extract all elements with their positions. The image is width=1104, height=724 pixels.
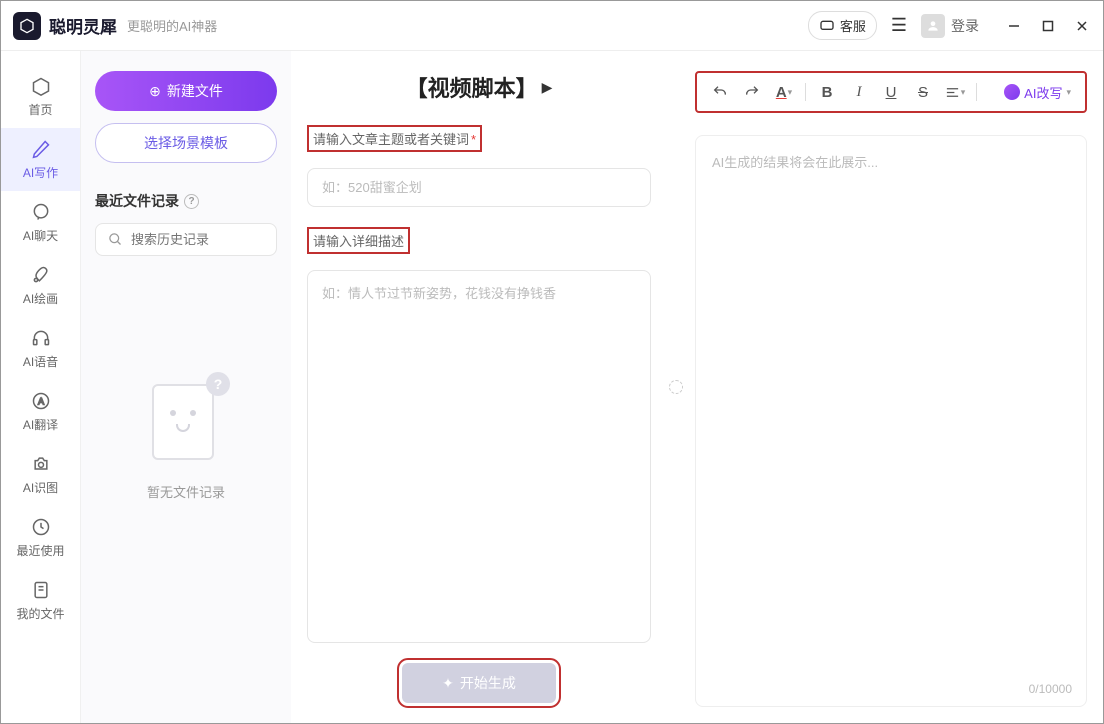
new-file-button[interactable]: ⊕ 新建文件 <box>95 71 277 111</box>
sidebar: 首页 AI写作 AI聊天 AI绘画 AI语音 A AI翻译 AI识图 最近使用 <box>1 51 81 723</box>
nav-label: AI语音 <box>23 353 58 370</box>
nav-label: AI聊天 <box>23 227 58 244</box>
svg-text:A: A <box>37 396 44 406</box>
empty-illustration-icon: ? <box>146 376 226 466</box>
nav-label: AI翻译 <box>23 416 58 433</box>
camera-icon <box>30 453 52 475</box>
nav-recent[interactable]: 最近使用 <box>1 506 80 569</box>
app-name: 聪明灵犀 <box>49 13 117 38</box>
nav-label: AI识图 <box>23 479 58 496</box>
underline-button[interactable]: U <box>876 77 906 107</box>
topic-input[interactable] <box>307 168 651 207</box>
input-panel: 【视频脚本】 ▶ 请输入文章主题或者关键词* 请输入详细描述 ✦ 开始生成 <box>291 51 667 723</box>
customer-service-button[interactable]: 客服 <box>808 11 877 40</box>
nav-label: 最近使用 <box>16 542 64 559</box>
output-panel: A▾ B I U S ▾ AI改写 ▾ AI生成的结果将会在此展示... 0/1… <box>685 51 1103 723</box>
brush-icon <box>30 264 52 286</box>
titlebar: 聪明灵犀 更聪明的AI神器 客服 ☰ 登录 <box>1 1 1103 51</box>
file-icon <box>30 579 52 601</box>
nav-ai-image-rec[interactable]: AI识图 <box>1 443 80 506</box>
ai-rewrite-label: AI改写 <box>1024 83 1062 102</box>
menu-icon[interactable]: ☰ <box>891 15 907 36</box>
italic-button[interactable]: I <box>844 77 874 107</box>
nav-ai-voice[interactable]: AI语音 <box>1 317 80 380</box>
choose-template-button[interactable]: 选择场景模板 <box>95 123 277 163</box>
clock-icon <box>30 516 52 538</box>
font-color-button[interactable]: A▾ <box>769 77 799 107</box>
nav-my-files[interactable]: 我的文件 <box>1 569 80 632</box>
search-input[interactable] <box>131 232 264 247</box>
search-box[interactable] <box>95 223 277 256</box>
maximize-icon[interactable] <box>1039 17 1057 35</box>
align-button[interactable]: ▾ <box>940 77 970 107</box>
nav-label: 我的文件 <box>16 605 64 622</box>
minimize-icon[interactable] <box>1005 17 1023 35</box>
translate-icon: A <box>30 390 52 412</box>
editor-toolbar: A▾ B I U S ▾ AI改写 ▾ <box>695 71 1087 113</box>
chevron-down-icon: ▾ <box>1066 87 1071 98</box>
empty-text: 暂无文件记录 <box>147 482 225 501</box>
output-placeholder: AI生成的结果将会在此展示... <box>712 155 878 170</box>
drag-dots-icon <box>669 380 683 394</box>
search-icon <box>108 232 123 247</box>
redo-button[interactable] <box>737 77 767 107</box>
login-button[interactable]: 登录 <box>921 14 979 38</box>
nav-ai-draw[interactable]: AI绘画 <box>1 254 80 317</box>
plus-icon: ⊕ <box>149 83 161 100</box>
ai-rewrite-icon <box>1004 84 1020 100</box>
nav-ai-translate[interactable]: A AI翻译 <box>1 380 80 443</box>
app-logo-icon <box>13 12 41 40</box>
bold-button[interactable]: B <box>812 77 842 107</box>
undo-button[interactable] <box>705 77 735 107</box>
login-label: 登录 <box>951 16 979 36</box>
file-panel: ⊕ 新建文件 选择场景模板 最近文件记录 ? ? 暂无文件记录 <box>81 51 291 723</box>
topic-label: 请输入文章主题或者关键词* <box>307 125 482 152</box>
nav-home[interactable]: 首页 <box>1 65 80 128</box>
new-file-label: 新建文件 <box>167 81 223 101</box>
help-icon[interactable]: ? <box>184 194 199 209</box>
pen-icon <box>30 138 52 160</box>
nav-ai-chat[interactable]: AI聊天 <box>1 191 80 254</box>
empty-state: ? 暂无文件记录 <box>95 376 277 501</box>
chat-icon <box>30 201 52 223</box>
section-title: 【视频脚本】 <box>406 71 538 103</box>
nav-label: AI写作 <box>23 164 58 181</box>
close-icon[interactable] <box>1073 17 1091 35</box>
strikethrough-button[interactable]: S <box>908 77 938 107</box>
generate-button[interactable]: ✦ 开始生成 <box>402 663 556 703</box>
nav-ai-writing[interactable]: AI写作 <box>1 128 80 191</box>
detail-label: 请输入详细描述 <box>307 227 410 254</box>
avatar-icon <box>921 14 945 38</box>
app-tagline: 更聪明的AI神器 <box>127 16 217 35</box>
output-area[interactable]: AI生成的结果将会在此展示... 0/10000 <box>695 135 1087 707</box>
ai-rewrite-button[interactable]: AI改写 ▾ <box>998 79 1077 106</box>
home-icon <box>30 75 52 97</box>
generate-label: 开始生成 <box>460 673 516 693</box>
headphones-icon <box>30 327 52 349</box>
panel-drag-handle[interactable] <box>667 51 685 723</box>
sparkle-icon: ✦ <box>442 675 454 692</box>
detail-textarea[interactable] <box>307 270 651 643</box>
char-count: 0/10000 <box>1029 682 1072 696</box>
recent-files-heading: 最近文件记录 ? <box>95 191 277 211</box>
nav-label: AI绘画 <box>23 290 58 307</box>
nav-label: 首页 <box>28 101 52 118</box>
play-icon[interactable]: ▶ <box>542 79 553 96</box>
customer-service-label: 客服 <box>840 16 866 35</box>
